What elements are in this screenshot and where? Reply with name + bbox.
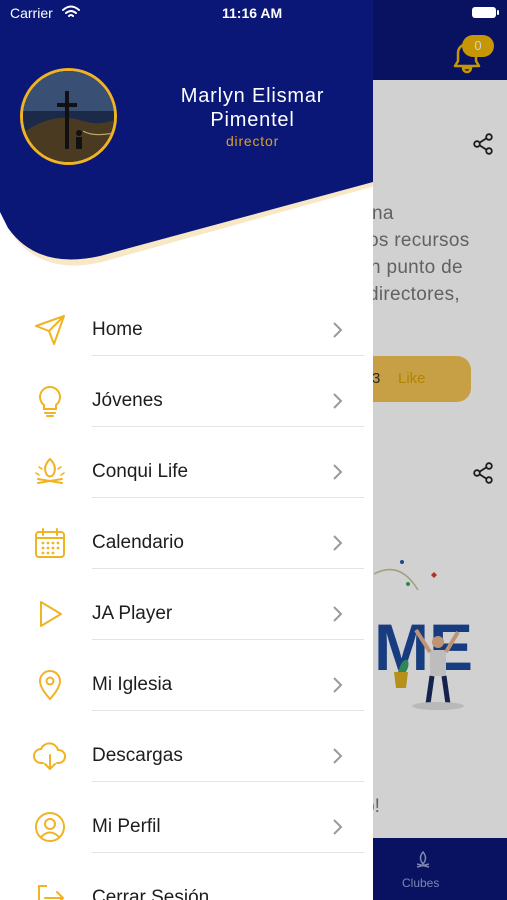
chevron-right-icon — [333, 322, 343, 338]
divider — [92, 852, 364, 853]
chevron-right-icon — [333, 748, 343, 764]
calendar-icon — [35, 528, 65, 558]
user-role: director — [225, 133, 280, 149]
divider — [92, 568, 364, 569]
menu-item-calendario[interactable]: Calendario — [0, 506, 373, 577]
send-icon — [35, 315, 65, 345]
menu-item-label: Conqui Life — [92, 461, 189, 482]
chevron-right-icon — [333, 393, 343, 409]
user-name-line: Pimentel — [210, 109, 295, 131]
menu-item-mi-iglesia[interactable]: Mi Iglesia — [0, 648, 373, 719]
menu-item-conqui-life[interactable]: Conqui Life — [0, 435, 373, 506]
drawer-menu: Home Jóvenes Conqui Life Calendario JA P… — [0, 293, 373, 900]
menu-item-label: Cerrar Sesión — [92, 887, 210, 900]
chevron-right-icon — [333, 535, 343, 551]
chevron-right-icon — [333, 464, 343, 480]
divider — [92, 355, 364, 356]
menu-item-cerrar-sesion[interactable]: Cerrar Sesión — [0, 861, 373, 900]
status-bar: Carrier 11:16 AM — [0, 0, 507, 26]
carrier-label: Carrier — [10, 5, 53, 21]
menu-item-ja-player[interactable]: JA Player — [0, 577, 373, 648]
avatar[interactable] — [20, 68, 117, 165]
campfire-icon — [35, 457, 65, 484]
divider — [92, 781, 364, 782]
chevron-right-icon — [333, 819, 343, 835]
menu-item-label: Mi Iglesia — [92, 674, 173, 695]
menu-item-descargas[interactable]: Descargas — [0, 719, 373, 790]
menu-item-label: Calendario — [92, 532, 184, 553]
chevron-right-icon — [333, 677, 343, 693]
menu-item-mi-perfil[interactable]: Mi Perfil — [0, 790, 373, 861]
menu-item-jovenes[interactable]: Jóvenes — [0, 364, 373, 435]
chevron-right-icon — [333, 606, 343, 622]
menu-item-label: Home — [92, 319, 143, 340]
menu-item-label: JA Player — [92, 603, 173, 624]
wifi-icon — [62, 5, 80, 17]
battery-icon — [472, 7, 499, 18]
menu-item-home[interactable]: Home — [0, 293, 373, 364]
lightbulb-icon — [39, 385, 61, 417]
navigation-drawer: Marlyn Elismar Pimentel director Home Jó… — [0, 0, 373, 900]
status-time: 11:16 AM — [222, 5, 283, 21]
menu-item-label: Descargas — [92, 745, 183, 766]
play-icon — [40, 601, 62, 627]
logout-icon — [38, 885, 64, 900]
divider — [92, 639, 364, 640]
cloud-download-icon — [33, 742, 66, 770]
user-name-line: Marlyn Elismar — [180, 85, 325, 107]
divider — [92, 710, 364, 711]
menu-item-label: Jóvenes — [92, 390, 163, 411]
divider — [92, 497, 364, 498]
menu-item-label: Mi Perfil — [92, 816, 161, 837]
user-name: Marlyn Elismar Pimentel — [150, 84, 355, 132]
user-circle-icon — [35, 812, 65, 842]
location-pin-icon — [38, 670, 62, 701]
divider — [92, 426, 364, 427]
